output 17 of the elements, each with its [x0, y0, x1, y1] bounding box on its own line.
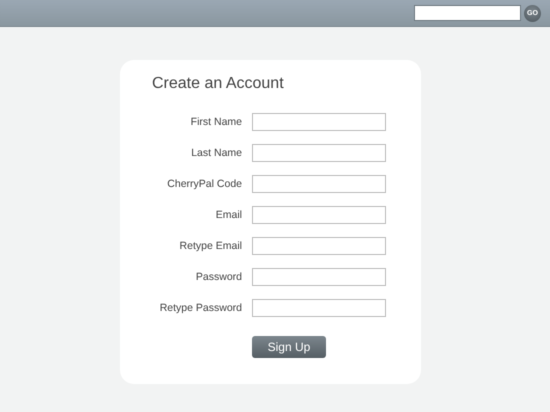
input-field[interactable]	[252, 206, 386, 224]
sign-up-button[interactable]: Sign Up	[252, 336, 326, 358]
input-field[interactable]	[252, 298, 386, 316]
input-field[interactable]	[252, 236, 386, 254]
input-field[interactable]	[252, 112, 386, 130]
input-field[interactable]	[252, 174, 386, 192]
search-field[interactable]	[414, 5, 521, 21]
field-label: Retype Password	[158, 302, 242, 314]
field-label: Password	[194, 270, 242, 282]
input-field[interactable]	[252, 144, 386, 162]
field-label: CherryPal Code	[166, 178, 242, 190]
field-label: First Name	[190, 116, 242, 128]
field-label: Retype Email	[178, 240, 242, 252]
field-label: Last Name	[190, 146, 242, 158]
input-field[interactable]	[252, 268, 386, 286]
field-label: Email	[214, 208, 242, 220]
form-title: Create an Account	[152, 75, 285, 93]
